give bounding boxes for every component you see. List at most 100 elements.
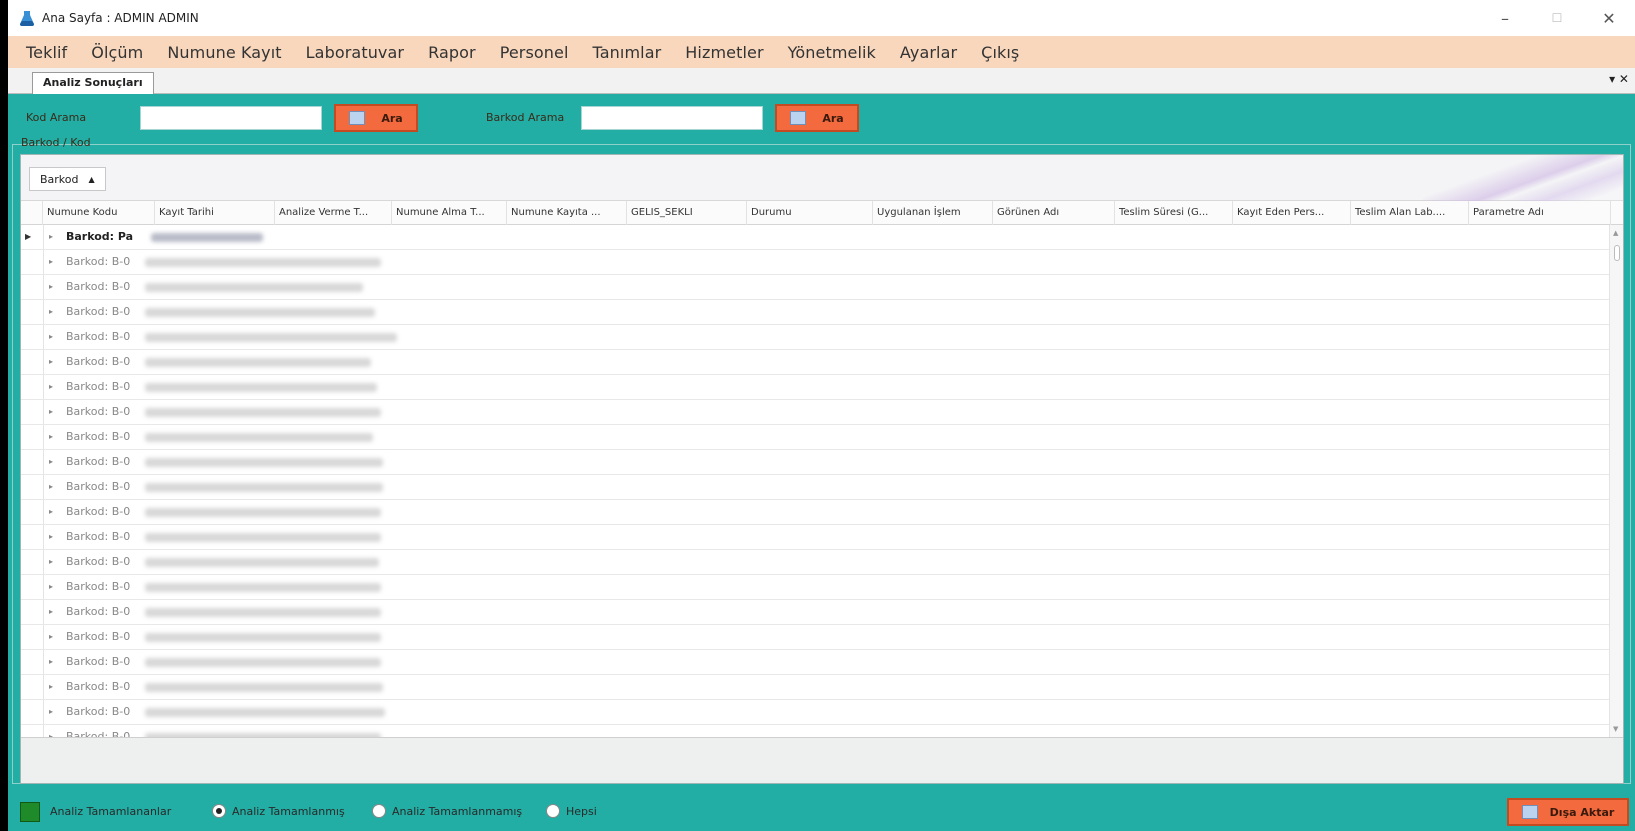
column-header-kayit-tarihi[interactable]: Kayıt Tarihi [155, 201, 275, 225]
group-row[interactable]: ▸ Barkod: B-0 [21, 550, 1611, 575]
column-header-teslim-alan-lab[interactable]: Teslim Alan Lab.... [1351, 201, 1469, 225]
expand-icon[interactable]: ▸ [49, 582, 53, 591]
group-row[interactable]: ▸ Barkod: B-0 [21, 625, 1611, 650]
radio-analiz-tamamlanmis[interactable]: Analiz Tamamlanmış [212, 804, 345, 818]
group-row[interactable]: ▸ Barkod: B-0 [21, 325, 1611, 350]
expand-icon[interactable]: ▸ [49, 407, 53, 416]
column-header-numune-kodu[interactable]: Numune Kodu [43, 201, 155, 225]
expand-icon[interactable]: ▸ [49, 457, 53, 466]
radio-analiz-tamamlanmamis[interactable]: Analiz Tamamlanmamış [372, 804, 522, 818]
scroll-up-icon[interactable]: ▲ [1613, 229, 1618, 237]
group-row[interactable]: ▸ Barkod: B-0 [21, 275, 1611, 300]
menu-cikis[interactable]: Çıkış [981, 43, 1019, 62]
expand-icon[interactable]: ▸ [49, 282, 53, 291]
group-row[interactable]: ▸ Barkod: B-0 [21, 500, 1611, 525]
column-header-numune-alma[interactable]: Numune Alma T... [392, 201, 507, 225]
column-header-teslim-suresi[interactable]: Teslim Süresi (G... [1115, 201, 1233, 225]
scrollbar-thumb[interactable] [1614, 245, 1620, 261]
expand-icon[interactable]: ▸ [49, 357, 53, 366]
column-header-analize-verme[interactable]: Analize Verme T... [275, 201, 392, 225]
group-row[interactable]: ▸ Barkod: B-0 [21, 650, 1611, 675]
expand-icon[interactable]: ▸ [49, 532, 53, 541]
export-icon [1521, 805, 1538, 819]
radio-button[interactable] [212, 804, 226, 818]
barkod-arama-input[interactable] [581, 106, 763, 130]
expand-icon[interactable]: ▸ [49, 232, 53, 241]
redacted-text [145, 258, 381, 267]
scroll-down-icon[interactable]: ▼ [1613, 725, 1618, 733]
column-header-gelis-sekli[interactable]: GELIS_SEKLI [627, 201, 747, 225]
group-row[interactable]: ▸ Barkod: B-0 [21, 350, 1611, 375]
tab-controls[interactable]: ▾ ✕ [1609, 72, 1629, 86]
expand-icon[interactable]: ▸ [49, 707, 53, 716]
export-button[interactable]: Dışa Aktar [1507, 798, 1629, 826]
close-button[interactable]: ✕ [1583, 0, 1635, 36]
group-row[interactable]: ▸ Barkod: B-0 [21, 300, 1611, 325]
row-divider [43, 600, 44, 624]
group-by-chip-barkod[interactable]: Barkod ▲ [29, 167, 106, 191]
grid-footer [21, 737, 1623, 783]
column-header-kayit-eden-personel[interactable]: Kayıt Eden Pers... [1233, 201, 1351, 225]
expand-icon[interactable]: ▸ [49, 382, 53, 391]
expand-icon[interactable]: ▸ [49, 432, 53, 441]
expand-icon[interactable]: ▸ [49, 632, 53, 641]
column-header-gorunen-adi[interactable]: Görünen Adı [993, 201, 1115, 225]
menu-ayarlar[interactable]: Ayarlar [900, 43, 957, 62]
tab-analiz-sonuclari[interactable]: Analiz Sonuçları [32, 72, 154, 94]
bottom-bar: Analiz Tamamlananlar Analiz Tamamlanmış … [8, 794, 1635, 831]
expand-icon[interactable]: ▸ [49, 507, 53, 516]
minimize-button[interactable]: – [1479, 0, 1531, 36]
menu-teklif[interactable]: Teklif [26, 43, 67, 62]
redacted-text [145, 658, 381, 667]
expand-icon[interactable]: ▸ [49, 257, 53, 266]
search-icon [790, 111, 807, 125]
group-row[interactable]: ▸ Barkod: B-0 [21, 475, 1611, 500]
column-header-durumu[interactable]: Durumu [747, 201, 873, 225]
group-row-label: Barkod: B-0 [66, 330, 131, 343]
menu-olcum[interactable]: Ölçüm [91, 43, 143, 62]
kod-ara-button[interactable]: Ara [334, 104, 418, 132]
vertical-scrollbar[interactable]: ▲ ▼ [1609, 225, 1623, 737]
group-row-label: Barkod: B-0 [66, 605, 131, 618]
group-row[interactable]: ▶ ▸ Barkod: Pa [21, 225, 1611, 250]
row-divider [43, 425, 44, 449]
menu-yonetmelik[interactable]: Yönetmelik [788, 43, 876, 62]
menu-numune-kayit[interactable]: Numune Kayıt [167, 43, 281, 62]
expand-icon[interactable]: ▸ [49, 482, 53, 491]
menu-personel[interactable]: Personel [500, 43, 569, 62]
column-header-numune-kayita[interactable]: Numune Kayıta ... [507, 201, 627, 225]
menu-laboratuvar[interactable]: Laboratuvar [306, 43, 404, 62]
radio-button[interactable] [372, 804, 386, 818]
radio-hepsi[interactable]: Hepsi [546, 804, 597, 818]
radio-button[interactable] [546, 804, 560, 818]
group-row[interactable]: ▸ Barkod: B-0 [21, 400, 1611, 425]
expand-icon[interactable]: ▸ [49, 607, 53, 616]
group-row[interactable]: ▸ Barkod: B-0 [21, 250, 1611, 275]
group-row[interactable]: ▸ Barkod: B-0 [21, 375, 1611, 400]
group-row[interactable]: ▸ Barkod: B-0 [21, 600, 1611, 625]
group-row[interactable]: ▸ Barkod: B-0 [21, 425, 1611, 450]
maximize-button[interactable]: ☐ [1531, 0, 1583, 36]
group-row[interactable]: ▸ Barkod: B-0 [21, 700, 1611, 725]
group-row[interactable]: ▸ Barkod: B-0 [21, 450, 1611, 475]
kod-arama-input[interactable] [140, 106, 322, 130]
column-header-parametre-adi[interactable]: Parametre Adı [1469, 201, 1611, 225]
group-row[interactable]: ▸ Barkod: B-0 [21, 575, 1611, 600]
column-header-uygulanan-islem[interactable]: Uygulanan İşlem [873, 201, 993, 225]
barkod-ara-button[interactable]: Ara [775, 104, 859, 132]
group-row[interactable]: ▸ Barkod: B-0 [21, 525, 1611, 550]
column-header-row: Numune Kodu Kayıt Tarihi Analize Verme T… [21, 201, 1623, 225]
expand-icon[interactable]: ▸ [49, 557, 53, 566]
expand-icon[interactable]: ▸ [49, 682, 53, 691]
results-grid: Barkod ▲ Numune Kodu Kayıt Tarihi Analiz… [20, 154, 1624, 784]
menu-hizmetler[interactable]: Hizmetler [685, 43, 763, 62]
group-row-label: Barkod: B-0 [66, 680, 131, 693]
expand-icon[interactable]: ▸ [49, 332, 53, 341]
menu-rapor[interactable]: Rapor [428, 43, 476, 62]
redacted-text [145, 583, 381, 592]
group-row-label: Barkod: B-0 [66, 430, 131, 443]
group-row[interactable]: ▸ Barkod: B-0 [21, 675, 1611, 700]
expand-icon[interactable]: ▸ [49, 657, 53, 666]
menu-tanimlar[interactable]: Tanımlar [593, 43, 662, 62]
expand-icon[interactable]: ▸ [49, 307, 53, 316]
